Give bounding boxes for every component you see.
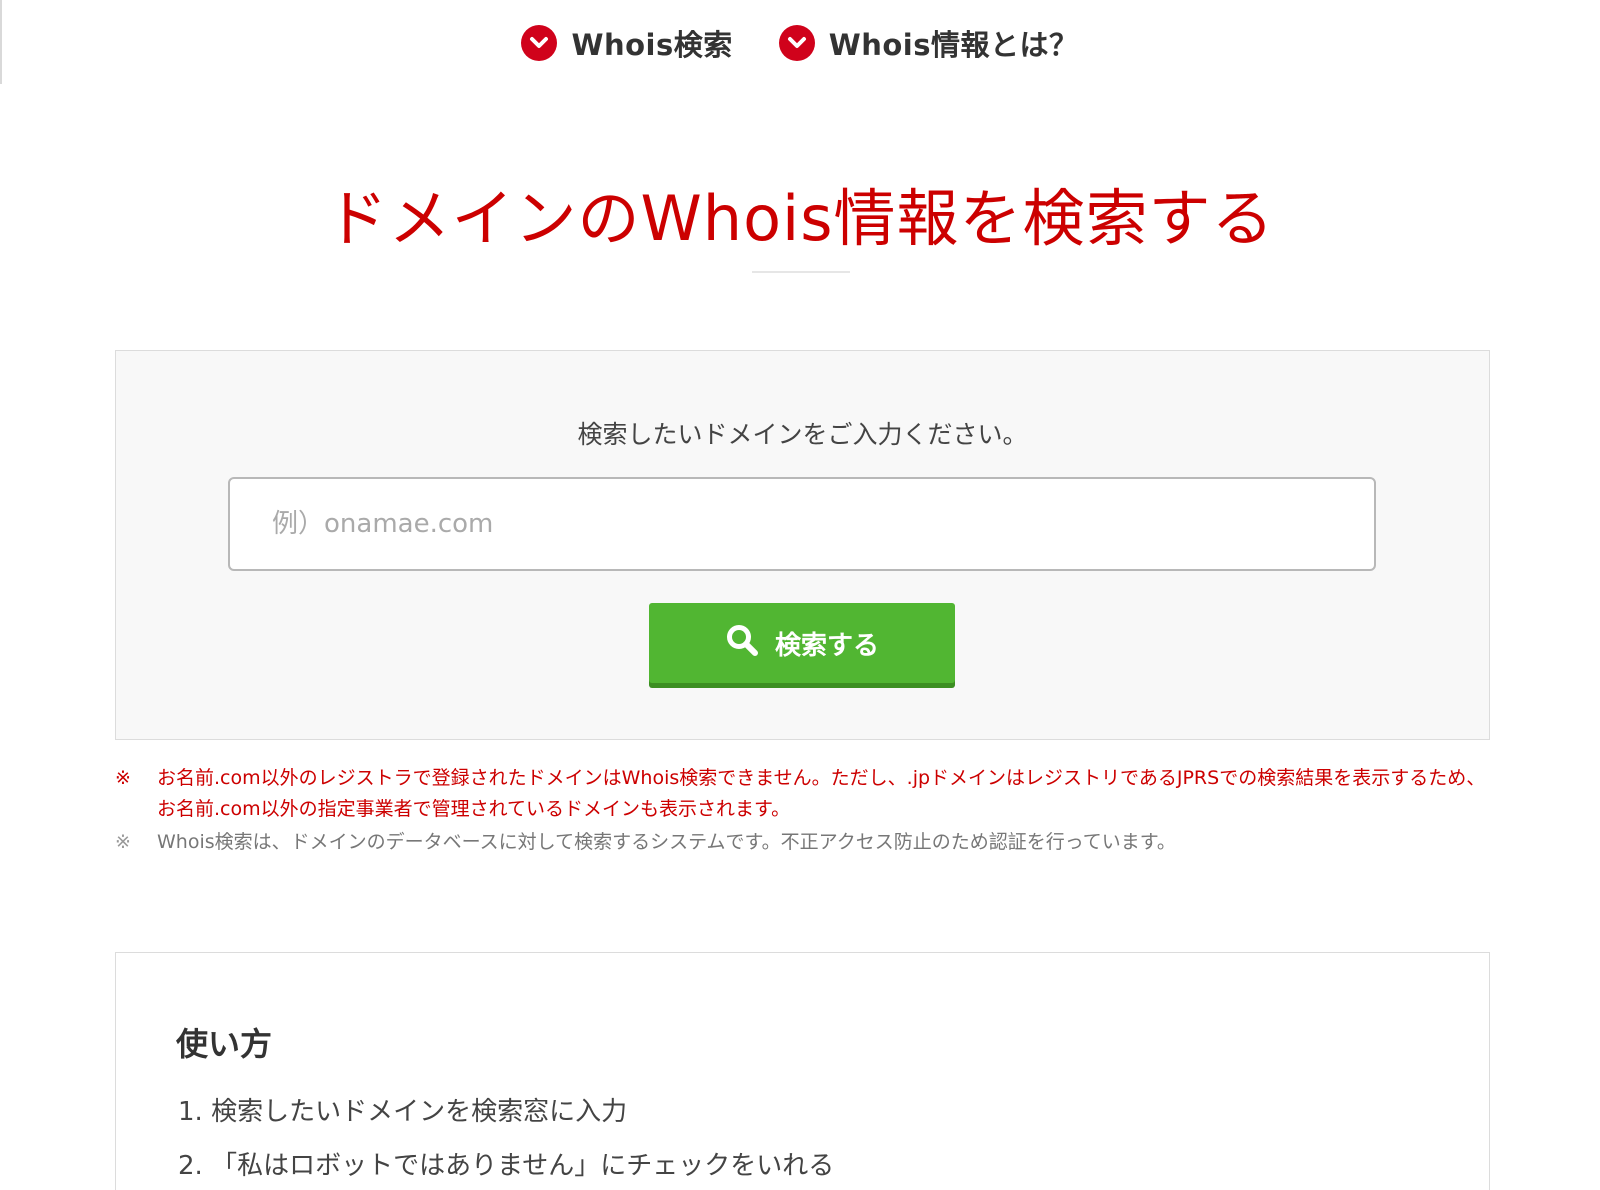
note-mark: ※	[115, 767, 131, 789]
nav-link-whois-about[interactable]: Whois情報とは？	[778, 22, 1079, 64]
nav-link-label: Whois情報とは？	[828, 28, 1079, 62]
search-panel: 検索したいドメインをご入力ください。 検索する	[115, 350, 1490, 740]
note-system: ※ Whois検索は、ドメインのデータベースに対して検索するシステムです。不正ア…	[115, 827, 1495, 858]
title-divider	[752, 271, 850, 273]
domain-search-input[interactable]	[228, 477, 1376, 571]
note-mark: ※	[115, 831, 131, 853]
note-registrar: ※ お名前.com以外のレジストラで登録されたドメインはWhois検索できません…	[115, 763, 1495, 825]
howto-heading: 使い方	[176, 1025, 273, 1063]
top-navigation: Whois検索 Whois情報とは？	[0, 22, 1600, 64]
page: Whois検索 Whois情報とは？ ドメインのWhois情報を検索する 検索し…	[0, 0, 1600, 1190]
search-button[interactable]: 検索する	[649, 603, 955, 683]
chevron-down-circle-icon	[521, 25, 558, 61]
search-prompt: 検索したいドメインをご入力ください。	[577, 420, 1028, 449]
chevron-down-circle-icon	[778, 25, 815, 61]
nav-link-label: Whois検索	[571, 28, 733, 62]
search-button-label: 検索する	[774, 630, 879, 661]
note-text: お名前.com以外のレジストラで登録されたドメインはWhois検索できません。た…	[157, 767, 1486, 820]
notes: ※ お名前.com以外のレジストラで登録されたドメインはWhois検索できません…	[115, 763, 1495, 858]
note-text: Whois検索は、ドメインのデータベースに対して検索するシステムです。不正アクセ…	[157, 831, 1176, 853]
search-icon	[725, 623, 759, 664]
howto-step: 2. 「私はロボットではありません」にチェックをいれる	[178, 1151, 835, 1181]
howto-step: 1. 検索したいドメインを検索窓に入力	[178, 1097, 628, 1127]
nav-link-whois-search[interactable]: Whois検索	[521, 22, 732, 64]
page-title: ドメインのWhois情報を検索する	[325, 182, 1275, 255]
howto-steps: 1. 検索したいドメインを検索窓に入力 2. 「私はロボットではありません」にチ…	[178, 1093, 834, 1190]
howto-panel: 使い方 1. 検索したいドメインを検索窓に入力 2. 「私はロボットではありませ…	[115, 952, 1490, 1190]
